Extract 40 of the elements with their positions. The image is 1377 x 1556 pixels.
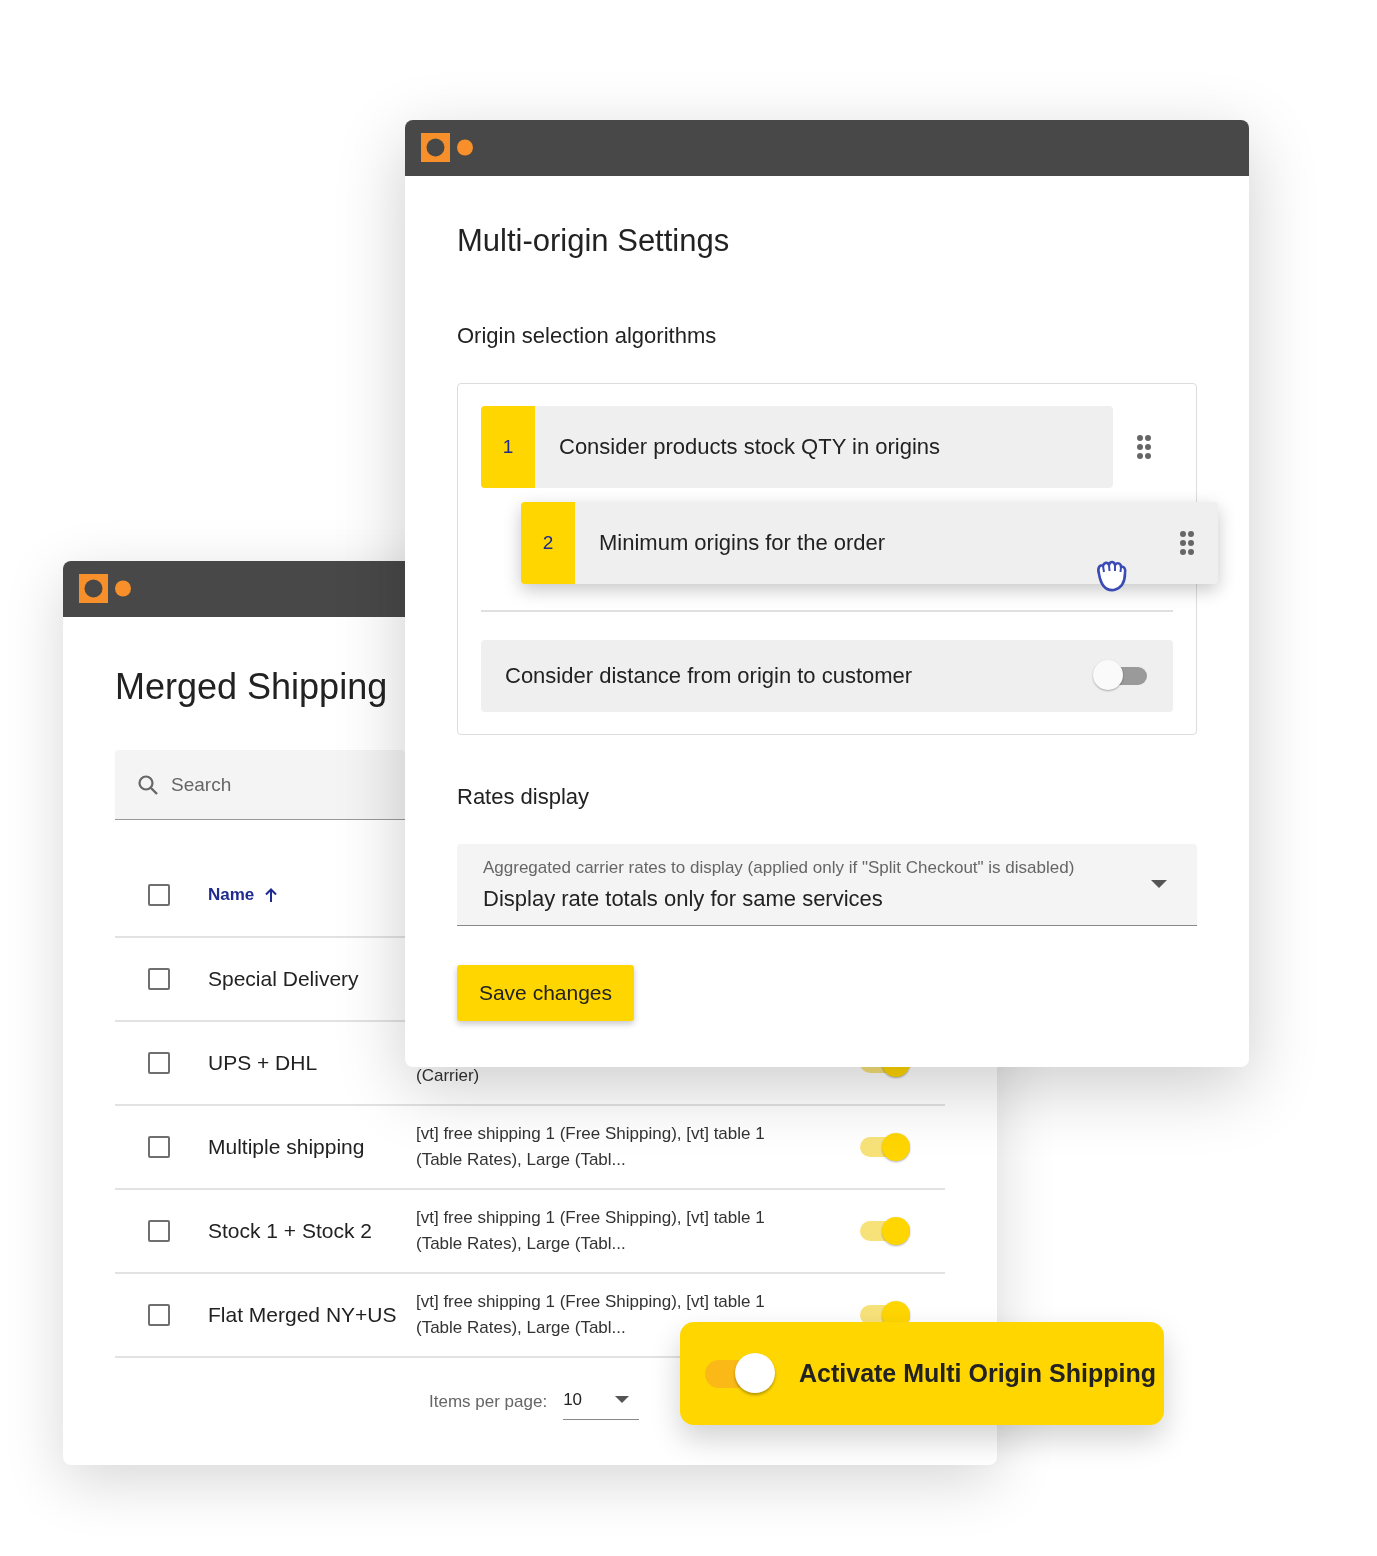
table-cell-text: Special Delivery	[208, 967, 360, 991]
option-label: Consider distance from origin to customer	[505, 663, 913, 689]
items-per-page-label: Items per page:	[429, 1392, 548, 1412]
row-checkbox[interactable]	[148, 1220, 170, 1242]
table-cell-text: Multiple shipping	[208, 1135, 366, 1159]
page-title: Multi-origin Settings	[457, 223, 731, 259]
column-header[interactable]: Name	[208, 885, 279, 905]
page-title: Merged Shipping	[115, 665, 388, 709]
caret-icon	[615, 1395, 630, 1404]
select-label: Aggregated carrier rates to display (applied only if "Split Checkout" is disabled)	[483, 857, 1075, 878]
order-number: 1	[481, 406, 535, 488]
select-value: Display rate totals only for same services	[483, 885, 884, 912]
row-checkbox[interactable]	[148, 1304, 170, 1326]
page-size-select[interactable]: 10	[563, 1384, 640, 1420]
rates-select[interactable]: Aggregated carrier rates to display (applied only if "Split Checkout" is disabled) Display rate totals only for same services	[457, 844, 1197, 926]
search-field[interactable]: Search	[171, 773, 371, 796]
table-cell-text: [vt] free shipping 1 (Free Shipping), [vt] table 1 (Table Rates), Large (Tabl...	[416, 1207, 766, 1255]
table-cell-text: [vt] free shipping 1 (Free Shipping), [vt] table 1 (Table Rates), Large (Tabl...	[416, 1123, 766, 1171]
table-cell-text: Flat Merged NY+US	[208, 1303, 398, 1327]
banner-label: Activate Multi Origin Shipping	[799, 1359, 1156, 1388]
row-checkbox[interactable]	[148, 1136, 170, 1158]
drag-handle-icon[interactable]	[1137, 435, 1151, 459]
select-all-checkbox[interactable]	[148, 884, 170, 906]
toggle-switch[interactable]	[858, 1132, 912, 1162]
drag-handle-icon[interactable]	[1180, 531, 1194, 555]
row-checkbox[interactable]	[148, 1052, 170, 1074]
order-number: 2	[521, 502, 575, 584]
table-cell-text: [vt] free shipping 1 (Free Shipping), [vt] table 1 (Table Rates), Large (Tabl...	[416, 1291, 766, 1339]
algorithm-item[interactable]: 1 Consider products stock QTY in origins	[481, 406, 1113, 488]
section-heading: Rates display	[457, 783, 591, 811]
save-button[interactable]: Save changes	[457, 965, 634, 1021]
table-cell-text: UPS + DHL	[208, 1051, 319, 1075]
toggle-switch[interactable]	[1093, 660, 1149, 692]
search-icon	[136, 772, 160, 797]
table-cell-text: (Carrier)	[416, 1065, 480, 1087]
caret-icon	[1151, 880, 1167, 889]
section-heading: Origin selection algorithms	[457, 322, 718, 350]
table-cell-text: Stock 1 + Stock 2	[208, 1219, 373, 1243]
row-checkbox[interactable]	[148, 968, 170, 990]
toggle-switch[interactable]	[858, 1216, 912, 1246]
